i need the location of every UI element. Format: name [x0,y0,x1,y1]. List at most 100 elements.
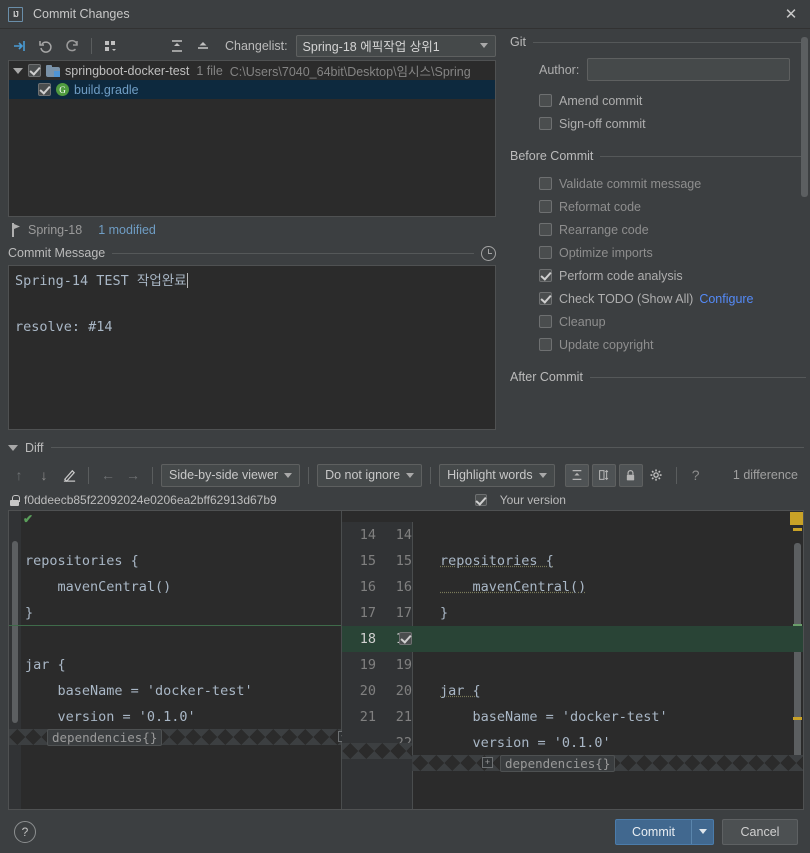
diff-help-icon[interactable]: ? [685,464,707,486]
lock-icon[interactable] [618,463,643,487]
option-update-copyright[interactable]: Update copyright [510,333,806,356]
settings-gear-icon[interactable] [646,464,668,486]
close-icon[interactable]: ✕ [778,1,804,27]
option-amend-commit[interactable]: Amend commit [510,89,806,112]
commit-message-line-1: Spring-14 TEST 작업완료 [15,273,187,289]
chevron-down-icon[interactable] [13,67,23,74]
configure-link[interactable]: Configure [699,292,753,306]
line-number: 21 [395,709,412,725]
accept-right-icon[interactable]: → [122,464,144,486]
cleanup-checkbox[interactable] [539,315,552,328]
option-cleanup[interactable]: Cleanup [510,310,806,333]
show-diff-icon[interactable] [8,34,32,58]
commit-button[interactable]: Commit [616,825,691,839]
accept-left-icon[interactable]: ← [97,464,119,486]
perform-code-analysis-checkbox[interactable] [539,269,552,282]
tree-row-file[interactable]: G build.gradle [9,80,495,99]
divider [589,376,806,378]
diff-pane-right[interactable]: repositories { mavenCentral() } jar { ba… [412,511,803,809]
line-number: 16 [359,579,376,595]
option-optimize-imports[interactable]: Optimize imports [510,241,806,264]
git-group-header: Git [510,35,806,49]
ignore-mode-dropdown[interactable]: Do not ignore [317,463,423,487]
optimize-imports-checkbox[interactable] [539,246,552,259]
group-by-icon[interactable] [99,34,123,58]
option-check-todo[interactable]: Check TODO (Show All) Configure [510,287,806,310]
commit-message-input[interactable]: Spring-14 TEST 작업완료 resolve: #14 [8,265,496,430]
right-fold-expand-icon[interactable]: + [482,757,493,768]
option-rearrange-code[interactable]: Rearrange code [510,218,806,241]
history-clock-icon[interactable] [481,245,496,261]
changed-files-tree[interactable]: springboot-docker-test 1 file C:\Users\7… [8,60,496,217]
line-number: 20 [395,683,412,699]
viewer-mode-dropdown[interactable]: Side-by-side viewer [161,463,301,487]
option-validate-commit-message[interactable]: Validate commit message [510,172,806,195]
next-difference-icon[interactable]: ↓ [33,464,55,486]
left-code-area[interactable]: repositories { mavenCentral() } jar { ba… [9,522,342,809]
diff-viewport[interactable]: ✔ repositories { mavenCentral() } jar { … [8,510,804,810]
scrollbar-thumb[interactable] [801,37,808,197]
check-todo-checkbox[interactable] [539,292,552,305]
commit-dropdown-button[interactable] [691,819,713,844]
code-line: baseName = 'docker-test' [440,709,668,725]
divider [50,447,804,448]
change-marker-line [9,625,342,626]
previous-difference-icon[interactable]: ↑ [8,464,30,486]
collapse-all-icon[interactable] [191,34,215,58]
gutter-top-band [342,511,412,522]
upper-split: Changelist: Spring-18 에픽작업 상위1 springboo… [0,29,810,436]
highlight-mode-dropdown[interactable]: Highlight words [439,463,555,487]
your-version-checkbox[interactable] [474,494,487,506]
chevron-down-icon[interactable] [8,444,18,451]
option-label: Validate commit message [559,176,702,191]
tree-row-root[interactable]: springboot-docker-test 1 file C:\Users\7… [9,61,495,80]
option-reformat-code[interactable]: Reformat code [510,195,806,218]
edit-source-icon[interactable] [58,464,80,486]
right-fold-chip[interactable]: dependencies{} [500,755,616,772]
rearrange-code-checkbox[interactable] [539,223,552,236]
branch-icon [10,223,22,237]
left-fold-chip[interactable]: dependencies{} [47,729,163,746]
option-label: Perform code analysis [559,268,683,283]
changes-toolbar: Changelist: Spring-18 에픽작업 상위1 [8,29,496,59]
options-scrollbar[interactable] [801,37,808,327]
option-label: Rearrange code [559,222,649,237]
revert-icon[interactable] [34,34,58,58]
update-copyright-checkbox[interactable] [539,338,552,351]
root-checkbox[interactable] [28,64,41,77]
file-checkbox[interactable] [38,83,51,96]
option-perform-code-analysis[interactable]: Perform code analysis [510,264,806,287]
toolbar-separator [152,466,153,484]
amend-commit-checkbox[interactable] [539,94,552,107]
left-fold-expand-icon[interactable]: + [338,731,342,742]
modified-count[interactable]: 1 modified [98,223,156,237]
expand-all-icon[interactable] [165,34,189,58]
apply-change-checkbox-box[interactable] [399,632,412,645]
reformat-code-checkbox[interactable] [539,200,552,213]
changelist-dropdown[interactable]: Spring-18 에픽작업 상위1 [295,34,496,57]
difference-count: 1 difference [732,468,798,482]
your-version-label: Your version [499,493,566,507]
gear-glyph [650,469,662,481]
author-field[interactable] [587,58,790,81]
commit-split-button[interactable]: Commit [614,818,714,845]
line-number: 19 [395,657,412,673]
line-number: 16 [395,579,412,595]
cancel-button[interactable]: Cancel [722,818,798,845]
window-title: Commit Changes [33,7,130,21]
option-sign-off-commit[interactable]: Sign-off commit [510,112,806,135]
collapse-unchanged-icon[interactable] [564,463,589,487]
diff-pane-left[interactable]: ✔ repositories { mavenCentral() } jar { … [9,511,342,809]
refresh-icon[interactable] [60,34,84,58]
sync-scroll-icon[interactable] [591,463,616,487]
validate-commit-message-checkbox[interactable] [539,177,552,190]
help-button[interactable]: ? [14,820,36,843]
apply-change-checkbox[interactable] [399,632,412,645]
divider [112,252,474,254]
line-number: 15 [359,553,376,569]
left-line-numbers: 14 15 16 17 18 19 20 21 [342,522,376,730]
diff-title: Diff [25,440,44,455]
sign-off-commit-checkbox[interactable] [539,117,552,130]
